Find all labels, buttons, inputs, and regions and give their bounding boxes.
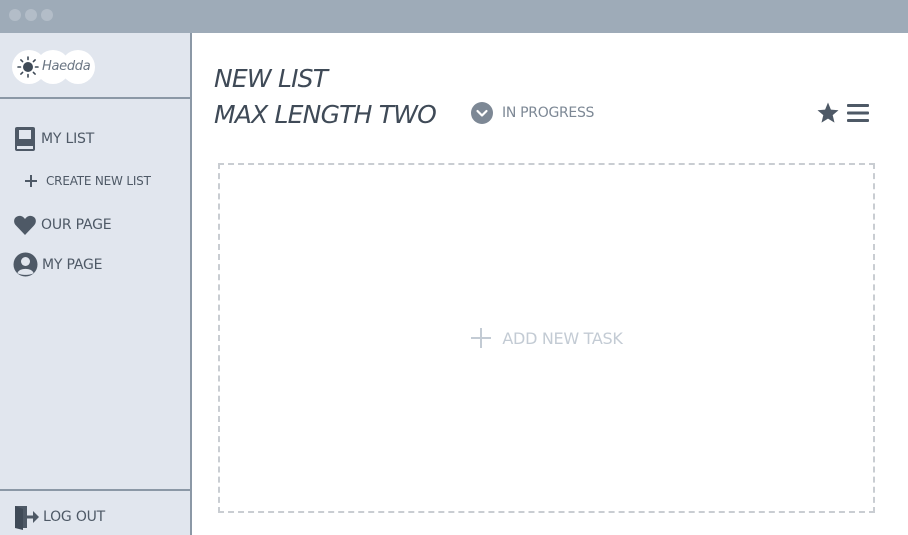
book-icon xyxy=(15,127,35,151)
sun-icon xyxy=(17,56,39,78)
list-title-line-1[interactable]: NEW LIST xyxy=(214,64,328,93)
main-content: NEW LIST MAX LENGTH TWO IN PROGRESS ADD … xyxy=(192,33,908,535)
window-titlebar xyxy=(0,0,908,33)
sidebar-item-create-new-list[interactable]: CREATE NEW LIST xyxy=(24,174,151,188)
chevron-down-icon xyxy=(471,102,493,124)
star-icon[interactable] xyxy=(816,101,840,125)
logout-label: LOG OUT xyxy=(43,509,106,525)
window-maximize-button[interactable] xyxy=(41,9,53,21)
logo-text: Haedda xyxy=(42,59,91,74)
sidebar-item-my-page[interactable]: MY PAGE xyxy=(13,252,102,277)
logout-area: LOG OUT xyxy=(0,489,190,535)
logo-area: Haedda xyxy=(0,33,190,99)
sidebar-item-label: MY PAGE xyxy=(42,256,103,273)
status-dropdown[interactable]: IN PROGRESS xyxy=(471,102,594,124)
sidebar-item-label: CREATE NEW LIST xyxy=(46,174,151,188)
sidebar-item-our-page[interactable]: OUR PAGE xyxy=(13,213,112,237)
toolbar xyxy=(816,101,870,125)
user-icon xyxy=(13,252,38,277)
heart-icon xyxy=(14,215,36,235)
plus-icon xyxy=(471,328,492,348)
window-close-button[interactable] xyxy=(9,9,21,21)
plus-icon xyxy=(25,175,37,187)
window-minimize-button[interactable] xyxy=(25,9,37,21)
app-logo[interactable]: Haedda xyxy=(12,50,95,84)
list-title-line-2[interactable]: MAX LENGTH TWO xyxy=(214,100,437,129)
logout-icon xyxy=(15,506,39,530)
sidebar: Haedda MY LIST CREATE NEW LIST OUR PAGE xyxy=(0,33,192,535)
sidebar-item-label: MY LIST xyxy=(41,131,95,147)
menu-icon[interactable] xyxy=(846,102,870,124)
task-dropzone[interactable]: ADD NEW TASK xyxy=(218,163,875,513)
sidebar-item-my-list[interactable]: MY LIST xyxy=(13,126,94,152)
status-label: IN PROGRESS xyxy=(502,105,595,121)
logout-button[interactable]: LOG OUT xyxy=(13,504,105,530)
add-new-task-label: ADD NEW TASK xyxy=(502,328,623,348)
sidebar-item-label: OUR PAGE xyxy=(41,217,112,233)
add-new-task-button[interactable]: ADD NEW TASK xyxy=(220,165,873,511)
